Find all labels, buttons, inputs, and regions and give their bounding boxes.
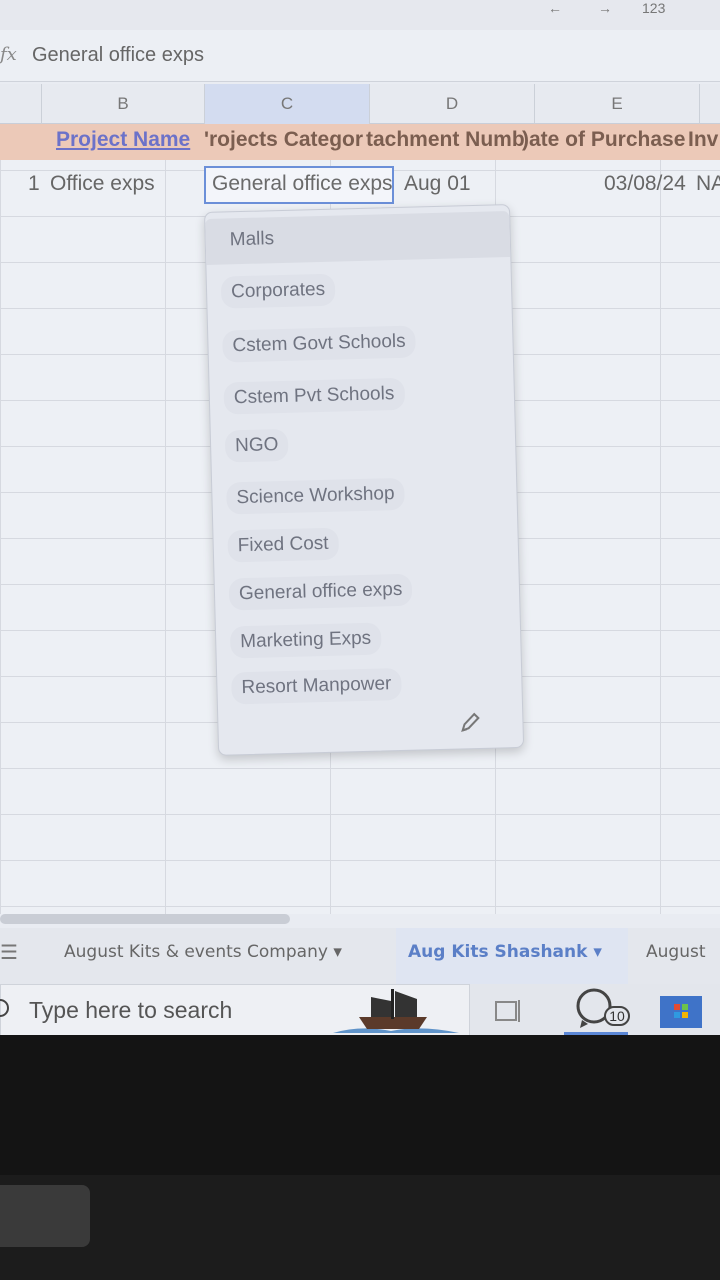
formula-bar: fx General office exps [0, 30, 720, 82]
category-dropdown: Malls Corporates Cstem Govt Schools Cste… [204, 203, 525, 756]
undo-icon[interactable]: ← [548, 0, 562, 16]
dropdown-option[interactable]: Cstem Govt Schools [222, 325, 417, 363]
header-row: Project Name 'rojects Categor tachment N… [0, 124, 720, 160]
header-projects-category[interactable]: 'rojects Categor [204, 128, 370, 152]
formula-input[interactable]: General office exps [32, 44, 204, 67]
dropdown-option[interactable]: Science Workshop [226, 477, 405, 515]
dropdown-option[interactable]: Cstem Pvt Schools [223, 377, 405, 415]
column-header-b[interactable]: B [42, 84, 205, 124]
all-sheets-menu-icon[interactable]: ☰ [0, 940, 18, 965]
laptop-hinge [0, 1185, 90, 1247]
toolbar-strip: ← → 123 [0, 0, 720, 30]
row-header-corner[interactable] [0, 84, 42, 124]
whatsapp-taskbar-button[interactable]: 10 [564, 984, 630, 1035]
column-header-e[interactable]: E [535, 84, 700, 124]
sheet-tabs-bar: ☰ August Kits & events Company ▾ Aug Kit… [0, 928, 720, 984]
header-date-of-purchase[interactable]: )ate of Purchase [522, 128, 692, 152]
task-view-icon[interactable] [494, 998, 524, 1024]
pencil-icon[interactable] [458, 710, 483, 735]
sheet-tab-label: Aug Kits Shashank [408, 942, 588, 962]
dropdown-option[interactable]: Resort Manpower [231, 668, 402, 705]
number-format-label[interactable]: 123 [642, 0, 665, 16]
row-number[interactable]: 1 [28, 172, 40, 196]
column-header-d[interactable]: D [370, 84, 535, 124]
dropdown-option[interactable]: General office exps [228, 573, 413, 611]
active-cell-category[interactable]: General office exps [204, 166, 394, 204]
dropdown-option[interactable]: Corporates [220, 273, 336, 309]
header-invoice[interactable]: Inv [688, 128, 720, 152]
dropdown-option[interactable]: Marketing Exps [229, 622, 382, 659]
taskbar-search[interactable]: Type here to search [0, 984, 470, 1035]
search-input[interactable]: Type here to search [29, 997, 232, 1024]
sheet-tab-aug-kits-shashank[interactable]: Aug Kits Shashank ▾ [408, 942, 602, 962]
store-icon[interactable] [660, 996, 702, 1028]
cell-date[interactable]: 03/08/24 [604, 172, 694, 196]
notification-badge: 10 [604, 1006, 630, 1026]
cell-attachment[interactable]: Aug 01 [404, 172, 524, 196]
header-project-name[interactable]: Project Name [56, 128, 196, 152]
dropdown-option[interactable]: Malls [219, 223, 284, 257]
pirate-ship-icon [333, 989, 459, 1033]
dropdown-option[interactable]: NGO [224, 428, 289, 463]
dropdown-option[interactable]: Fixed Cost [227, 527, 339, 563]
cell-project-name[interactable]: Office exps [50, 172, 200, 196]
laptop-base [0, 1175, 720, 1280]
cell-invoice[interactable]: NA [696, 172, 720, 196]
fx-icon: fx [0, 44, 17, 65]
sheet-tab-label: August Kits & events Company [64, 942, 328, 962]
redo-icon[interactable]: → [598, 0, 612, 16]
horizontal-scrollbar[interactable] [0, 914, 290, 924]
column-header-c[interactable]: C [205, 84, 370, 124]
screen: ← → 123 fx General office exps B C D E P… [0, 0, 720, 1035]
header-attachment-number[interactable]: tachment Numb [366, 128, 526, 152]
windows-taskbar: Type here to search 10 [0, 984, 720, 1035]
search-icon [0, 999, 9, 1017]
sheet-tab-august[interactable]: August [646, 942, 706, 962]
sheet-tab-august-kits-events[interactable]: August Kits & events Company ▾ [64, 942, 342, 962]
column-headers: B C D E [0, 84, 720, 124]
